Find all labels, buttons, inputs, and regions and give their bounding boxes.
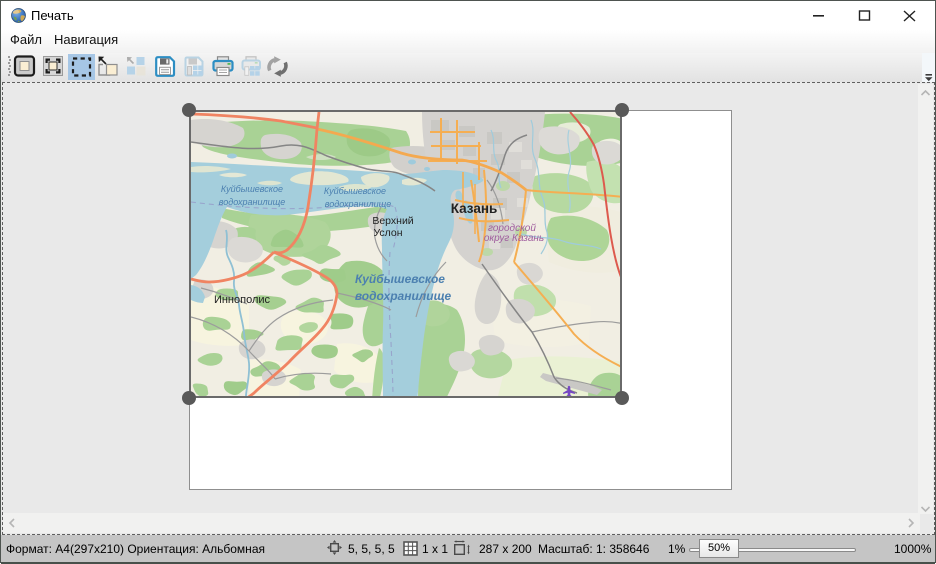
svg-text:водохранилище: водохранилище [355, 289, 452, 303]
svg-text:водохранилище: водохранилище [219, 197, 286, 207]
svg-text:Казань: Казань [451, 201, 498, 216]
svg-text:водохранилище: водохранилище [325, 199, 392, 209]
svg-text:Верхний: Верхний [372, 215, 413, 227]
svg-text:Куйбышевское: Куйбышевское [355, 272, 445, 286]
svg-text:Куйбышевское: Куйбышевское [221, 184, 283, 194]
svg-text:Куйбышевское: Куйбышевское [324, 186, 386, 196]
svg-text:Иннополис: Иннополис [214, 294, 271, 306]
svg-text:Услон: Услон [373, 227, 402, 239]
svg-text:округ Казань: округ Казань [484, 233, 544, 244]
